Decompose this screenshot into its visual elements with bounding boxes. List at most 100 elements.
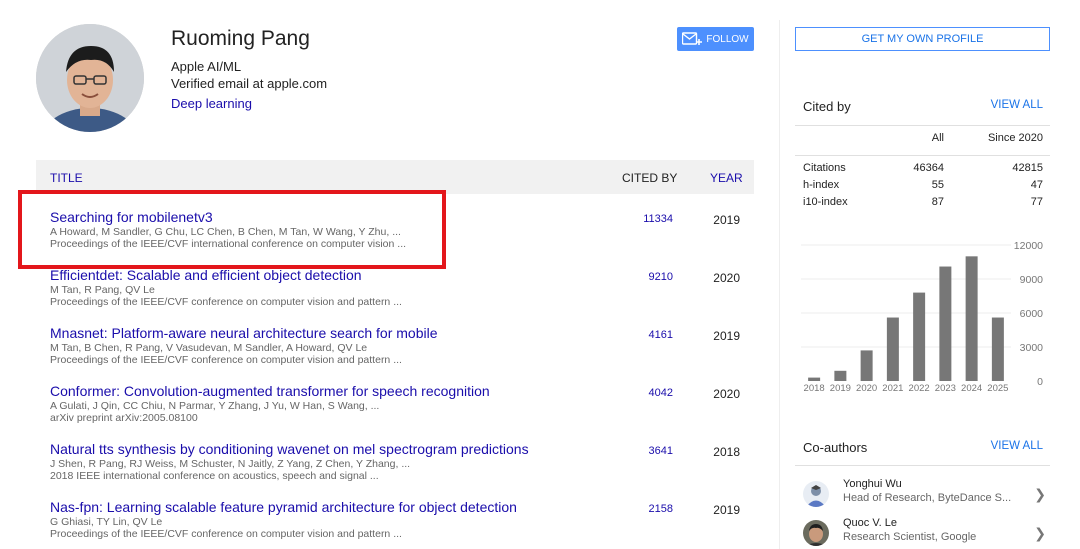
- cited-by-count-link[interactable]: 4161: [649, 329, 673, 341]
- stats-since-value: 77: [1030, 196, 1043, 208]
- profile-name: Ruoming Pang: [171, 27, 310, 50]
- cited-by-count-link[interactable]: 3641: [649, 445, 673, 457]
- stats-row: Citations 46364 42815: [795, 162, 1050, 178]
- sort-by-year-header[interactable]: YEAR: [710, 171, 743, 185]
- chart-bar: [965, 256, 978, 381]
- chart-x-tick-label: 2024: [961, 383, 982, 394]
- get-my-own-profile-button[interactable]: GET MY OWN PROFILE: [795, 27, 1050, 51]
- publication-title-link[interactable]: Conformer: Convolution-augmented transfo…: [50, 383, 490, 399]
- publication-year: 2020: [713, 271, 740, 285]
- coauthor-affiliation: Research Scientist, Google: [843, 531, 977, 543]
- sort-by-title-header[interactable]: TITLE: [50, 171, 83, 185]
- chart-x-tick-label: 2023: [935, 383, 956, 394]
- chart-bar: [886, 317, 899, 381]
- stats-since-value: 42815: [1012, 162, 1043, 174]
- stats-row: i10-index 87 77: [795, 196, 1050, 212]
- publication-venue: Proceedings of the IEEE/CVF conference o…: [50, 354, 402, 366]
- publication-authors: M Tan, R Pang, QV Le: [50, 284, 155, 296]
- cited-by-count-link[interactable]: 2158: [649, 503, 673, 515]
- affiliation-text: Apple AI/ML: [171, 59, 242, 74]
- publication-authors: M Tan, B Chen, R Pang, V Vasudevan, M Sa…: [50, 342, 368, 354]
- profile-photo: [36, 24, 144, 132]
- coauthor-name: Yonghui Wu: [843, 478, 902, 490]
- stats-all-value: 87: [931, 196, 944, 208]
- publication-year: 2020: [713, 387, 740, 401]
- publication-year: 2019: [713, 503, 740, 517]
- chart-y-tick-label: 12000: [1014, 240, 1043, 252]
- cited-by-heading: Cited by: [803, 99, 851, 114]
- divider: [795, 155, 1050, 156]
- coauthor-avatar: [803, 520, 829, 546]
- publication-authors: A Howard, M Sandler, G Chu, LC Chen, B C…: [50, 226, 401, 238]
- cited-by-count-link[interactable]: 4042: [649, 387, 673, 399]
- publication-venue: 2018 IEEE international conference on ac…: [50, 470, 379, 482]
- publication-row: Conformer: Convolution-augmented transfo…: [36, 383, 754, 441]
- publication-row: Nas-fpn: Learning scalable feature pyram…: [36, 499, 754, 549]
- stats-header-all: All: [931, 132, 944, 144]
- chart-x-tick-label: 2022: [909, 383, 930, 394]
- citations-per-year-chart: 0 3000 6000 9000 12000 2018 2019 2020 2021 2022 20…: [801, 240, 1044, 394]
- stats-since-value: 47: [1030, 179, 1043, 191]
- chart-y-tick-label: 6000: [1020, 308, 1044, 320]
- publication-row: Searching for mobilenetv3 A Howard, M Sa…: [36, 209, 754, 267]
- chevron-right-icon: ❯: [1034, 486, 1046, 502]
- stats-all-value: 46364: [913, 162, 944, 174]
- profile-affiliation: Apple AI/ML Verified email at apple.com: [171, 58, 327, 92]
- publication-year: 2019: [713, 329, 740, 343]
- chart-x-tick-label: 2020: [856, 383, 877, 394]
- stats-header-row: All Since 2020: [795, 132, 1050, 148]
- divider: [795, 465, 1050, 466]
- chart-bar: [834, 370, 847, 381]
- stats-row: h-index 55 47: [795, 179, 1050, 195]
- cited-by-count-link[interactable]: 9210: [649, 271, 673, 283]
- publication-venue: arXiv preprint arXiv:2005.08100: [50, 412, 198, 424]
- publication-title-link[interactable]: Mnasnet: Platform-aware neural architect…: [50, 325, 438, 341]
- chart-bar: [991, 317, 1004, 381]
- publication-title-link[interactable]: Efficientdet: Scalable and efficient obj…: [50, 267, 362, 283]
- sort-by-cited-header[interactable]: CITED BY: [622, 171, 677, 185]
- chart-x-tick-label: 2025: [987, 383, 1008, 394]
- follow-button[interactable]: FOLLOW: [677, 27, 754, 51]
- publication-row: Natural tts synthesis by conditioning wa…: [36, 441, 754, 499]
- coauthors-heading: Co-authors: [803, 440, 868, 455]
- chart-bar: [860, 350, 873, 381]
- research-interest-link[interactable]: Deep learning: [171, 96, 252, 111]
- cited-by-view-all-link[interactable]: VIEW ALL: [991, 99, 1043, 111]
- coauthor-item[interactable]: Yonghui Wu Head of Research, ByteDance S…: [803, 478, 1050, 512]
- publication-title-link[interactable]: Natural tts synthesis by conditioning wa…: [50, 441, 529, 457]
- publications-table-header: TITLE CITED BY YEAR: [36, 160, 754, 194]
- coauthors-view-all-link[interactable]: VIEW ALL: [991, 440, 1043, 452]
- chart-bar: [808, 377, 821, 381]
- publication-title-link[interactable]: Nas-fpn: Learning scalable feature pyram…: [50, 499, 517, 515]
- cited-by-count-link[interactable]: 11334: [643, 213, 673, 225]
- publication-venue: Proceedings of the IEEE/CVF conference o…: [50, 296, 402, 308]
- publication-row: Mnasnet: Platform-aware neural architect…: [36, 325, 754, 383]
- publication-venue: Proceedings of the IEEE/CVF conference o…: [50, 528, 402, 540]
- chart-bar: [913, 292, 926, 381]
- chart-y-tick-label: 0: [1037, 376, 1043, 388]
- publication-row: Efficientdet: Scalable and efficient obj…: [36, 267, 754, 325]
- stats-label: i10-index: [803, 196, 848, 208]
- chart-x-tick-label: 2021: [882, 383, 903, 394]
- coauthor-name: Quoc V. Le: [843, 517, 898, 529]
- coauthor-item[interactable]: Quoc V. Le Research Scientist, Google ❯: [803, 517, 1050, 549]
- follow-label: FOLLOW: [706, 33, 749, 45]
- publication-venue: Proceedings of the IEEE/CVF internationa…: [50, 238, 407, 250]
- publication-authors: J Shen, R Pang, RJ Weiss, M Schuster, N …: [50, 458, 411, 470]
- divider: [795, 125, 1050, 126]
- chart-y-tick-label: 9000: [1020, 274, 1044, 286]
- stats-header-since: Since 2020: [987, 132, 1043, 144]
- publication-title-link[interactable]: Searching for mobilenetv3: [50, 209, 213, 225]
- chevron-right-icon: ❯: [1034, 525, 1046, 541]
- publication-year: 2018: [713, 445, 740, 459]
- chart-x-tick-label: 2019: [830, 383, 851, 394]
- publication-authors: A Gulati, J Qin, CC Chiu, N Parmar, Y Zh…: [50, 400, 380, 412]
- mail-plus-icon: [682, 32, 703, 45]
- column-divider: [779, 20, 780, 549]
- publication-year: 2019: [713, 213, 740, 227]
- verified-email-text: Verified email at apple.com: [171, 76, 328, 91]
- stats-all-value: 55: [931, 179, 944, 191]
- publication-authors: G Ghiasi, TY Lin, QV Le: [50, 516, 163, 528]
- chart-x-tick-label: 2018: [804, 383, 825, 394]
- coauthor-affiliation: Head of Research, ByteDance S...: [843, 492, 1012, 504]
